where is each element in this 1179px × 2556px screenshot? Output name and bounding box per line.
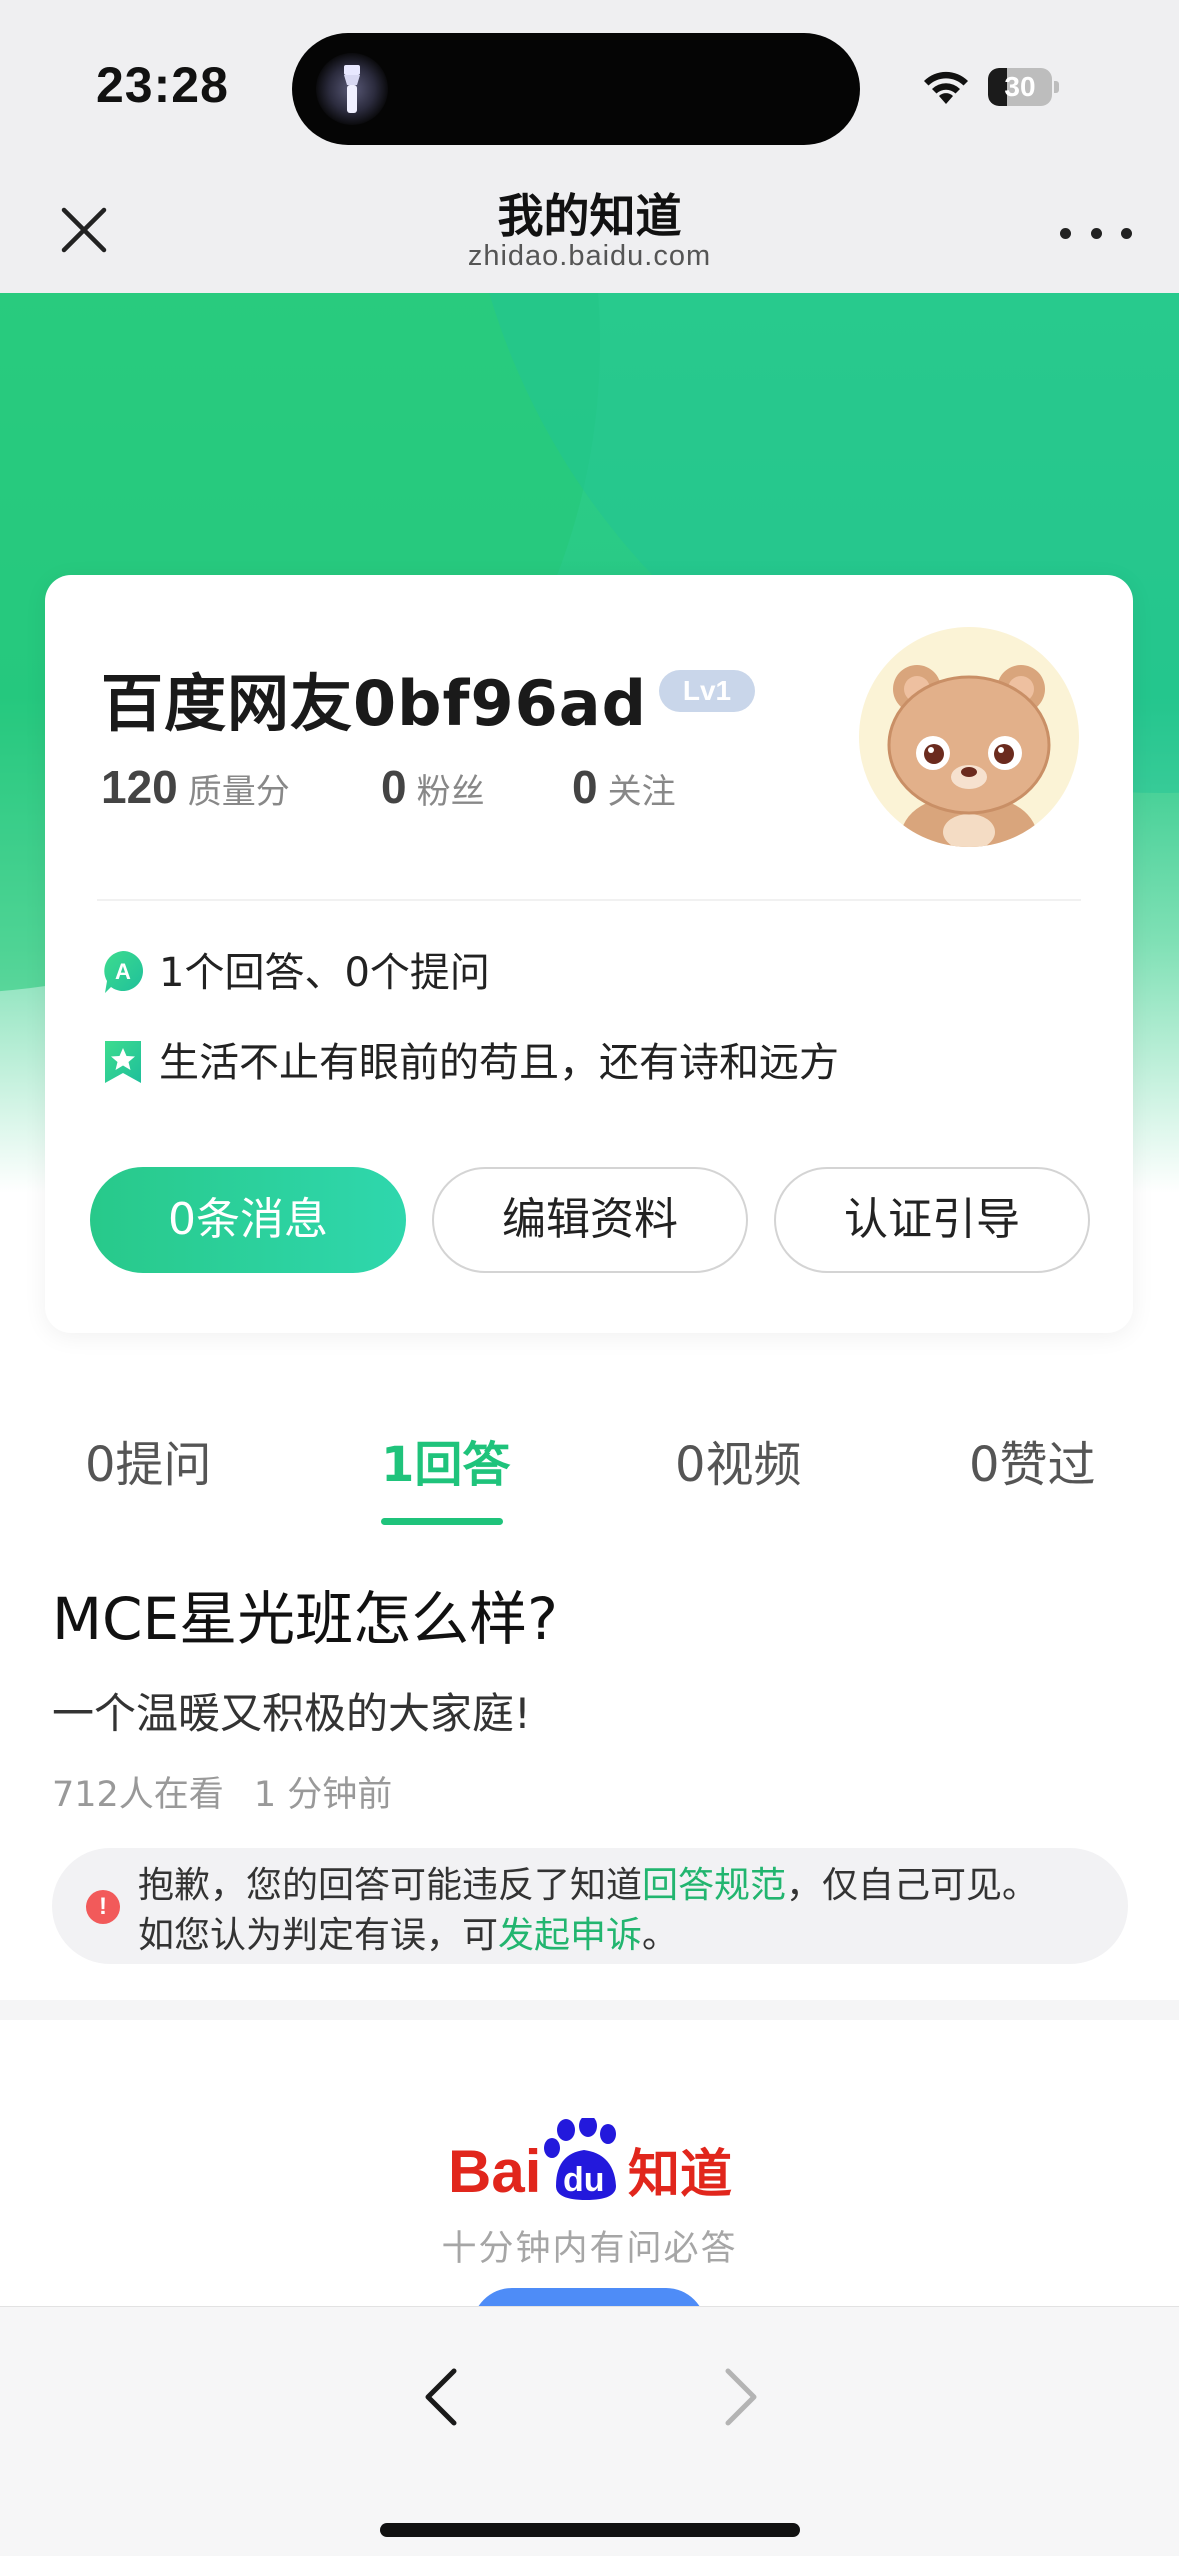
verification-guide-button[interactable]: 认证引导 (774, 1167, 1090, 1273)
messages-button[interactable]: 0条消息 (90, 1167, 406, 1273)
tab-questions[interactable]: 0提问 (85, 1420, 212, 1510)
answer-rules-link[interactable]: 回答规范 (642, 1865, 786, 1906)
warning-icon: ! (86, 1890, 120, 1924)
active-tab-indicator (381, 1518, 503, 1525)
stat-quality-score[interactable]: 120 质量分 (101, 760, 290, 814)
edit-profile-button[interactable]: 编辑资料 (432, 1167, 748, 1273)
brand-zhidao: 知道 (628, 2145, 732, 2205)
viewer-count: 712人在看 (52, 1775, 224, 1815)
bookmark-star-icon (105, 1041, 141, 1083)
card-divider (97, 899, 1081, 901)
avatar[interactable] (859, 627, 1079, 847)
section-divider (0, 2000, 1179, 2020)
notice-line-1: 抱歉，您的回答可能违反了知道回答规范，仅自己可见。 (138, 1865, 1039, 1906)
answer-meta: 712人在看 1 分钟前 (52, 1766, 392, 1817)
signature: 生活不止有眼前的苟且，还有诗和远方 (159, 1040, 839, 1086)
page-title: 我的知道 (497, 189, 682, 243)
tab-videos[interactable]: 0视频 (675, 1420, 802, 1510)
browser-toolbar (0, 2306, 1179, 2556)
back-arrow-icon[interactable] (410, 2357, 470, 2437)
question-title[interactable]: MCE星光班怎么样? (52, 1572, 558, 1656)
answer-summary: 1个回答、0个提问 (159, 950, 490, 996)
appeal-link[interactable]: 发起申诉 (498, 1915, 642, 1956)
forward-arrow-icon[interactable] (710, 2357, 770, 2437)
battery-percentage: 30 (1004, 71, 1036, 102)
username: 百度网友0bf96ad (101, 667, 647, 740)
svg-text:A: A (115, 959, 131, 984)
footer-action-button[interactable] (472, 2288, 706, 2306)
footer-brand-area: Bai du 知道 十分钟内有问必答 (0, 2020, 1179, 2306)
content-tabs: 0提问 1回答 0视频 0赞过 (0, 1420, 1179, 1530)
answer-time: 1 分钟前 (253, 1775, 393, 1815)
stat-fans[interactable]: 0 粉丝 (381, 760, 485, 814)
tab-liked[interactable]: 0赞过 (969, 1420, 1096, 1510)
tab-answers[interactable]: 1回答 (381, 1420, 510, 1510)
dynamic-island (292, 33, 860, 145)
answer-badge-icon: A (104, 951, 143, 993)
page-url: zhidao.baidu.com (467, 240, 712, 272)
notice-line-2: 如您认为判定有误，可发起申诉。 (138, 1915, 679, 1956)
nav-header: 我的知道 zhidao.baidu.com (0, 170, 1179, 293)
battery-icon: 30 (988, 68, 1060, 106)
answer-content[interactable]: 一个温暖又积极的大家庭! (52, 1680, 531, 1741)
status-time: 23:28 (96, 57, 229, 113)
bear-avatar-icon (887, 665, 1051, 847)
level-badge: Lv1 (659, 670, 755, 712)
home-indicator (380, 2523, 800, 2537)
brand-du: du (563, 2161, 605, 2199)
flashlight-icon (344, 65, 360, 113)
brand-tagline: 十分钟内有问必答 (441, 2229, 738, 2269)
brand-bai: Bai (448, 2138, 541, 2205)
stat-following[interactable]: 0 关注 (572, 760, 676, 814)
profile-card: 百度网友0bf96ad Lv1 120 质量分 0 粉丝 0 关注 A 1个回答… (45, 575, 1133, 1333)
violation-notice: ! 抱歉，您的回答可能违反了知道回答规范，仅自己可见。 如您认为判定有误，可发起… (52, 1848, 1128, 1964)
more-dots-icon[interactable] (1060, 218, 1132, 248)
status-bar: 23:28 30 (0, 0, 1179, 170)
wifi-icon (924, 71, 968, 104)
